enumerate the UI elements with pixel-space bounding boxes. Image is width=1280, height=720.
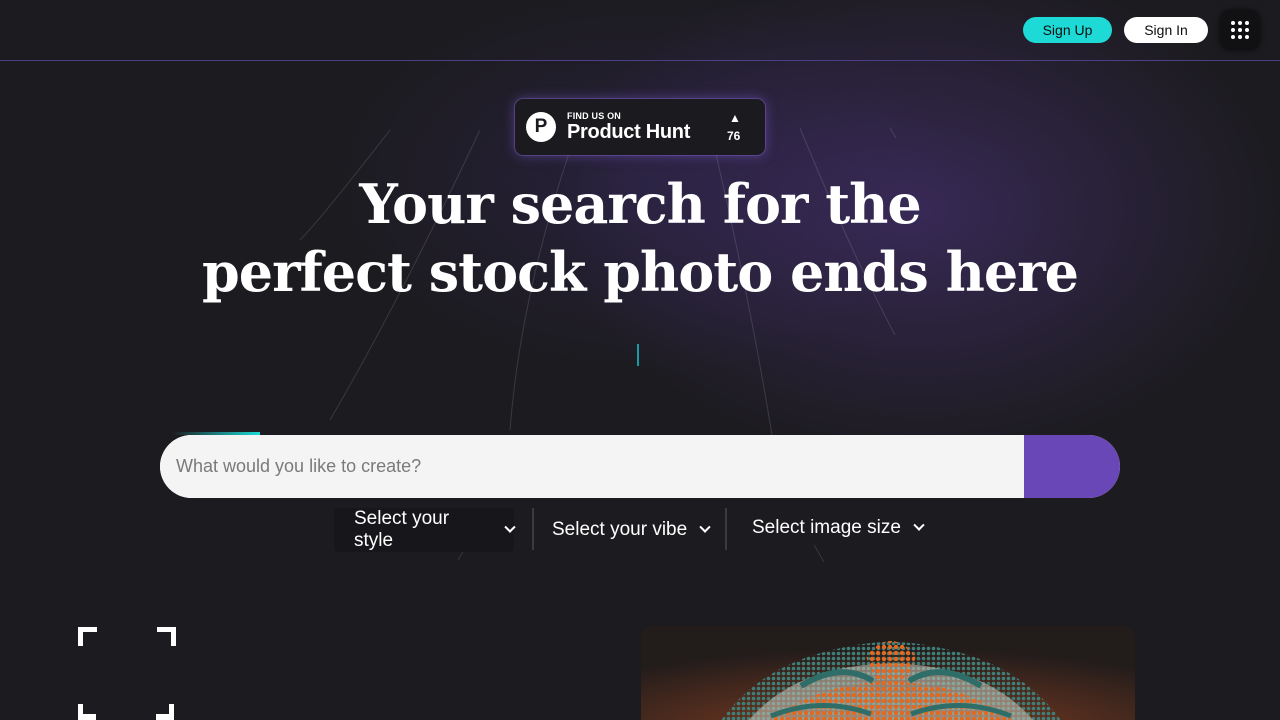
upvote-count: 76 [727, 129, 741, 143]
hero-title-line-2: perfect stock photo ends here [201, 240, 1079, 304]
image-size-select[interactable]: Select image size [752, 506, 952, 550]
sign-up-button[interactable]: Sign Up [1023, 17, 1112, 43]
style-select[interactable]: Select your style [334, 508, 516, 552]
chevron-down-icon [504, 521, 516, 533]
face-painted-portrait-image [641, 626, 1135, 720]
typing-caret [637, 344, 639, 366]
filter-divider [725, 508, 727, 550]
grid-icon [1231, 21, 1235, 25]
search-input[interactable] [160, 435, 1024, 498]
page: Sign Up Sign In P FIND US ON Product Hun… [0, 0, 1280, 720]
search-bar [160, 435, 1120, 498]
product-hunt-logo-icon: P [526, 112, 556, 142]
style-select-label: Select your style [354, 508, 450, 551]
upvote-arrow-icon: ▲ [729, 111, 741, 125]
apps-menu-button[interactable] [1220, 10, 1260, 50]
hero-title: Your search for the perfect stock photo … [140, 170, 1140, 306]
search-submit-button[interactable] [1024, 435, 1120, 498]
vibe-select[interactable]: Select your vibe [534, 508, 724, 552]
featured-photo [641, 626, 1135, 720]
product-hunt-find-us-text: FIND US ON [567, 111, 622, 121]
vibe-select-label: Select your vibe [552, 519, 688, 540]
image-size-select-label: Select image size [752, 517, 901, 538]
product-hunt-name: Product Hunt [567, 121, 691, 143]
chevron-down-icon [913, 519, 925, 531]
product-hunt-badge[interactable]: P FIND US ON Product Hunt ▲ 76 [515, 99, 765, 155]
top-navigation-bar: Sign Up Sign In [0, 0, 1280, 61]
hero-title-line-1: Your search for the [359, 172, 922, 236]
chevron-down-icon [699, 521, 711, 533]
sign-in-button[interactable]: Sign In [1124, 17, 1208, 43]
